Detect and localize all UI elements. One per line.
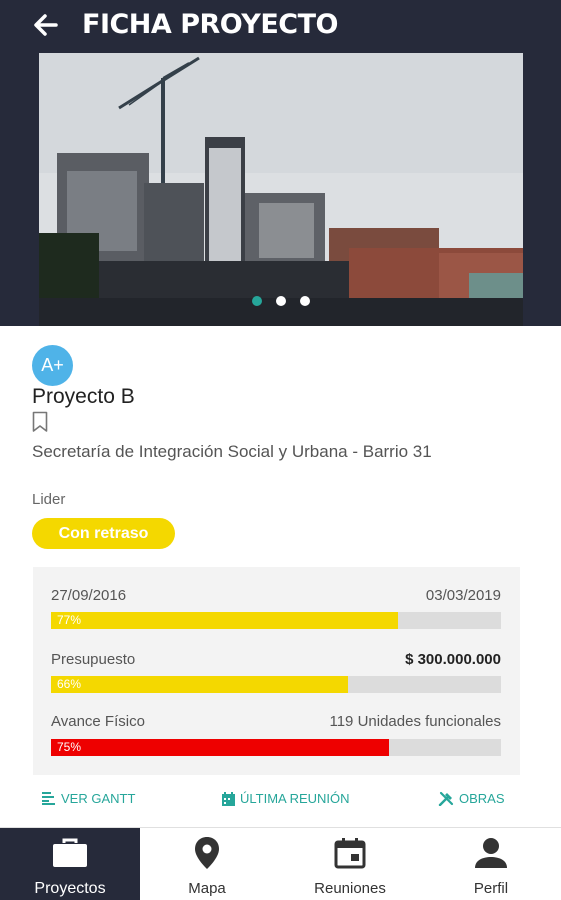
bookmark-icon[interactable] xyxy=(32,411,48,433)
back-button[interactable] xyxy=(28,8,62,42)
carousel-dot-1[interactable] xyxy=(252,296,262,306)
nav-label-projects: Proyectos xyxy=(34,880,106,897)
project-actions: VER GANTT ÚLTIMA REUNIÓN OBRAS xyxy=(0,788,561,810)
carousel-indicators xyxy=(39,296,523,306)
budget-row: Presupuesto $ 300.000.000 xyxy=(51,651,501,668)
nav-item-projects[interactable]: Proyectos xyxy=(0,828,140,900)
briefcase-icon xyxy=(53,838,87,867)
nav-item-meetings[interactable]: Reuniones xyxy=(280,828,420,900)
arrow-left-icon xyxy=(34,14,58,36)
project-organization: Secretaría de Integración Social y Urban… xyxy=(32,442,432,461)
budget-progress-bar: 66% xyxy=(51,676,501,693)
construction-photo xyxy=(39,53,523,326)
project-role: Lider xyxy=(32,491,66,508)
physical-progress-bar: 75% xyxy=(51,739,501,756)
nav-label-profile: Perfil xyxy=(473,880,509,897)
page-title: FICHA PROYECTO xyxy=(82,9,338,40)
time-progress-bar: 77% xyxy=(51,612,501,629)
gantt-icon xyxy=(42,792,55,805)
budget-progress-fill: 66% xyxy=(51,676,348,693)
calendar-small-icon xyxy=(222,791,235,806)
bottom-navigation: Proyectos Mapa Reuniones Perfil xyxy=(0,827,561,900)
project-rating-badge: A+ xyxy=(32,345,73,386)
view-gantt-button[interactable]: VER GANTT xyxy=(42,791,135,806)
project-image-carousel[interactable] xyxy=(39,53,523,326)
last-meeting-button[interactable]: ÚLTIMA REUNIÓN xyxy=(222,791,350,806)
physical-row: Avance Físico 119 Unidades funcionales xyxy=(51,713,501,730)
nav-label-map: Mapa xyxy=(188,880,226,897)
person-icon xyxy=(475,838,507,868)
physical-value: 119 Unidades funcionales xyxy=(329,713,501,730)
nav-item-profile[interactable]: Perfil xyxy=(421,828,561,900)
carousel-dot-3[interactable] xyxy=(300,296,310,306)
map-pin-icon xyxy=(195,837,219,869)
nav-label-meetings: Reuniones xyxy=(314,880,386,897)
calendar-icon xyxy=(334,838,366,869)
project-name: Proyecto B xyxy=(32,385,135,408)
budget-label: Presupuesto xyxy=(51,651,136,668)
time-progress-fill: 77% xyxy=(51,612,398,629)
nav-item-map[interactable]: Mapa xyxy=(137,828,277,900)
physical-label: Avance Físico xyxy=(51,713,145,730)
status-badge: Con retraso xyxy=(32,518,175,549)
progress-card: 27/09/2016 03/03/2019 77% Presupuesto $ … xyxy=(33,567,520,775)
works-button[interactable]: OBRAS xyxy=(438,791,505,806)
tools-icon xyxy=(438,791,454,806)
last-meeting-label: ÚLTIMA REUNIÓN xyxy=(240,791,350,806)
works-label: OBRAS xyxy=(459,791,505,806)
dates-row: 27/09/2016 03/03/2019 xyxy=(51,587,501,604)
budget-value: $ 300.000.000 xyxy=(405,651,501,668)
carousel-dot-2[interactable] xyxy=(276,296,286,306)
start-date: 27/09/2016 xyxy=(51,587,127,604)
physical-progress-fill: 75% xyxy=(51,739,389,756)
view-gantt-label: VER GANTT xyxy=(61,791,136,806)
end-date: 03/03/2019 xyxy=(425,587,501,604)
